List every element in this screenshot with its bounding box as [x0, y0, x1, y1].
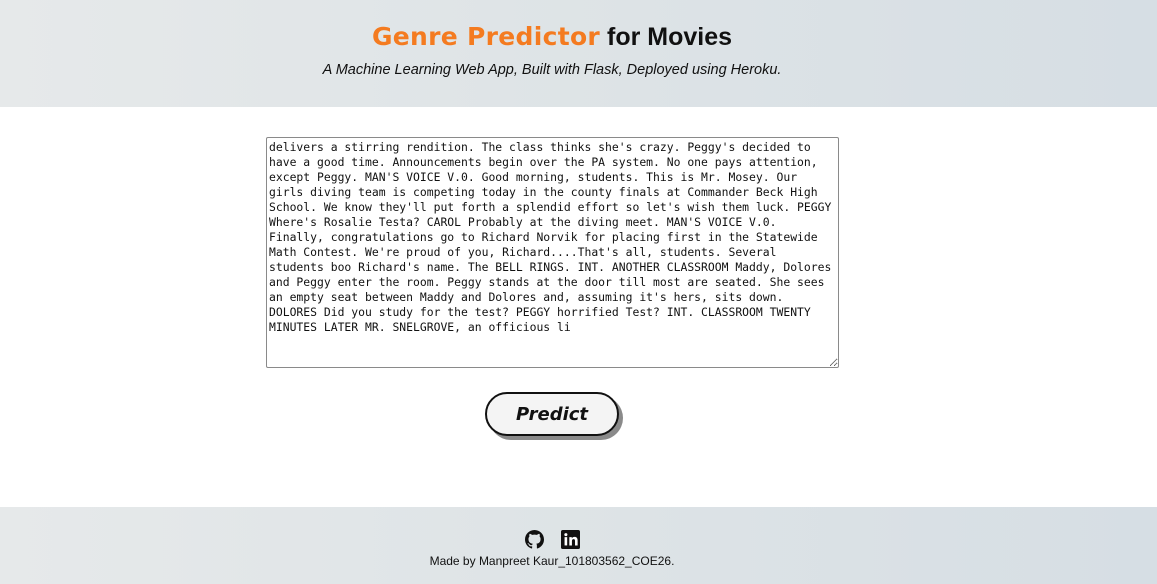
- title-brand: Genre Predictor: [371, 22, 601, 51]
- page-header: Genre Predictor for Movies A Machine Lea…: [0, 0, 1157, 107]
- linkedin-icon: [561, 530, 580, 549]
- title-rest: for Movies: [600, 23, 733, 51]
- page-footer: Made by Manpreet Kaur_101803562_COE26.: [0, 507, 1157, 584]
- page-title: Genre Predictor for Movies: [0, 18, 1104, 55]
- script-textarea[interactable]: delivers a stirring rendition. The class…: [266, 137, 839, 368]
- github-icon: [525, 530, 544, 549]
- page-subtitle: A Machine Learning Web App, Built with F…: [322, 62, 782, 78]
- github-link[interactable]: [525, 530, 544, 549]
- footer-credit: Made by Manpreet Kaur_101803562_COE26.: [429, 554, 675, 568]
- linkedin-link[interactable]: [561, 530, 580, 549]
- predict-button[interactable]: Predict: [485, 392, 619, 436]
